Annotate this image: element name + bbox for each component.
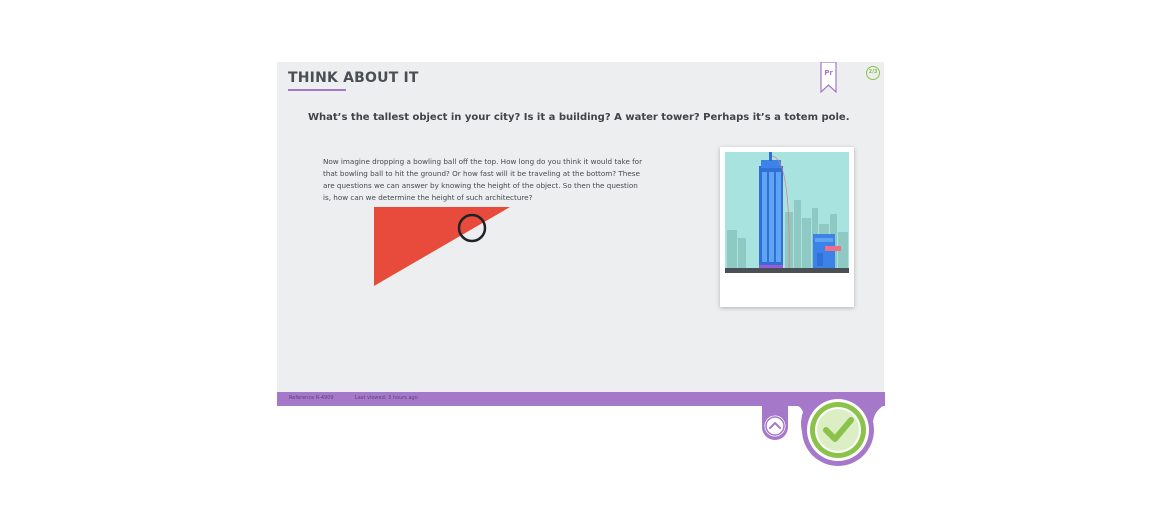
city-scene-image xyxy=(725,152,849,273)
scroll-up-button[interactable] xyxy=(762,406,788,440)
callout-pointer xyxy=(374,207,510,286)
lesson-card: THINK ABOUT IT Pr 2/3 What’s the tallest… xyxy=(277,61,884,392)
lesson-stage: THINK ABOUT IT Pr 2/3 What’s the tallest… xyxy=(0,0,1160,521)
last-viewed-text: Last viewed: 3 hours ago xyxy=(355,395,418,401)
reference-code: Reference R-4909 xyxy=(289,395,334,401)
bookmark-label: Pr xyxy=(824,69,833,77)
skyscraper-illustration xyxy=(720,147,854,307)
checkmark-icon xyxy=(789,392,885,466)
page-progress-badge: 2/3 xyxy=(866,66,880,80)
chevron-up-icon xyxy=(762,406,788,440)
lesson-question: What’s the tallest object in your city? … xyxy=(308,112,850,123)
page-title: THINK ABOUT IT xyxy=(288,70,419,86)
title-underline xyxy=(288,89,346,91)
complete-button[interactable] xyxy=(789,392,885,468)
lesson-body-text: Now imagine dropping a bowling ball off … xyxy=(323,157,643,202)
bookmark-icon[interactable]: Pr xyxy=(820,61,837,94)
